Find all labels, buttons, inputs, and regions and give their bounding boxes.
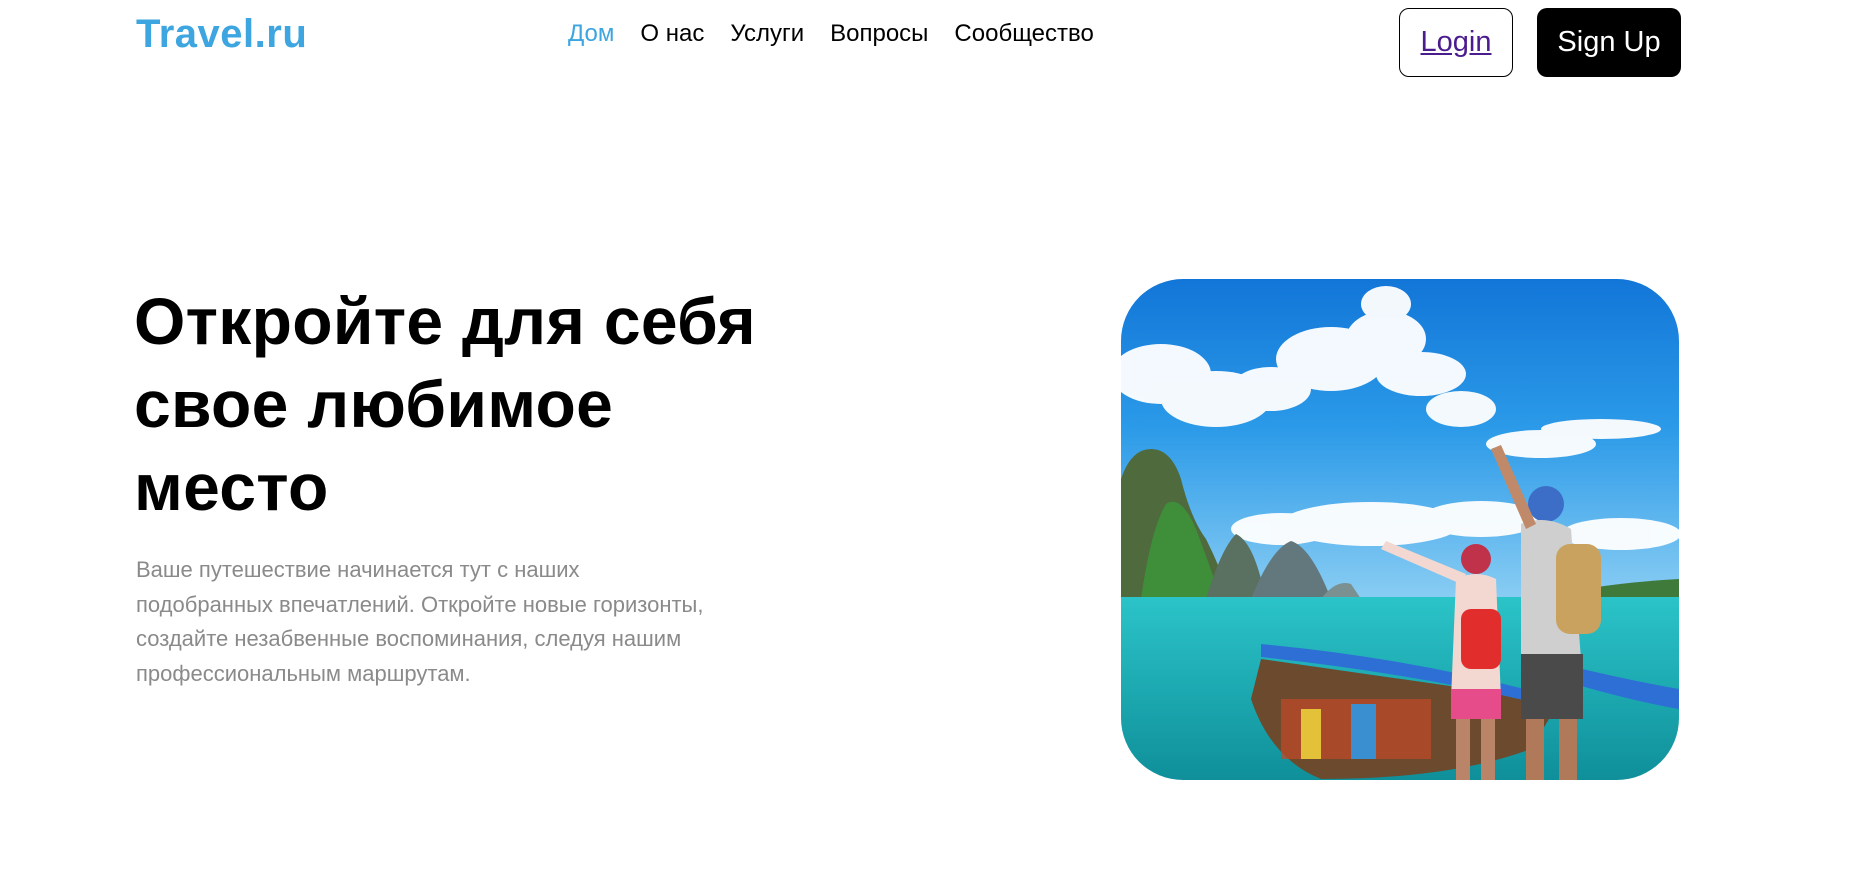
page: Travel.ru Дом О нас Услуги Вопросы Сообщ… — [0, 0, 1851, 881]
hero-title-line: Откройте для себя — [134, 284, 756, 358]
hero-description-line: Ваше путешествие начинается тут с наших — [136, 557, 580, 582]
main-nav: Дом О нас Услуги Вопросы Сообщество — [568, 18, 1094, 50]
hero-title-line: свое любимое — [134, 367, 614, 441]
nav-item-about[interactable]: О нас — [640, 18, 704, 50]
site-logo[interactable]: Travel.ru — [136, 10, 307, 58]
hero-travel-photo — [1121, 279, 1679, 780]
hero-description: Ваше путешествие начинается тут с наших … — [136, 553, 796, 691]
hero-description-line: подобранных впечатлений. Откройте новые … — [136, 591, 704, 617]
login-button[interactable]: Login — [1399, 8, 1513, 77]
hero-description-line: профессиональным маршрутам. — [136, 660, 471, 686]
hero-title: Откройте для себя свое любимое место — [134, 280, 834, 529]
nav-item-services[interactable]: Услуги — [730, 18, 804, 50]
signup-button[interactable]: Sign Up — [1537, 8, 1681, 77]
nav-item-community[interactable]: Сообщество — [954, 18, 1093, 50]
hero-description-line: создайте незабвенные воспоминания, следу… — [136, 626, 682, 651]
hero-title-line: место — [134, 450, 329, 524]
nav-item-home[interactable]: Дом — [568, 18, 614, 50]
nav-item-faq[interactable]: Вопросы — [830, 18, 928, 50]
